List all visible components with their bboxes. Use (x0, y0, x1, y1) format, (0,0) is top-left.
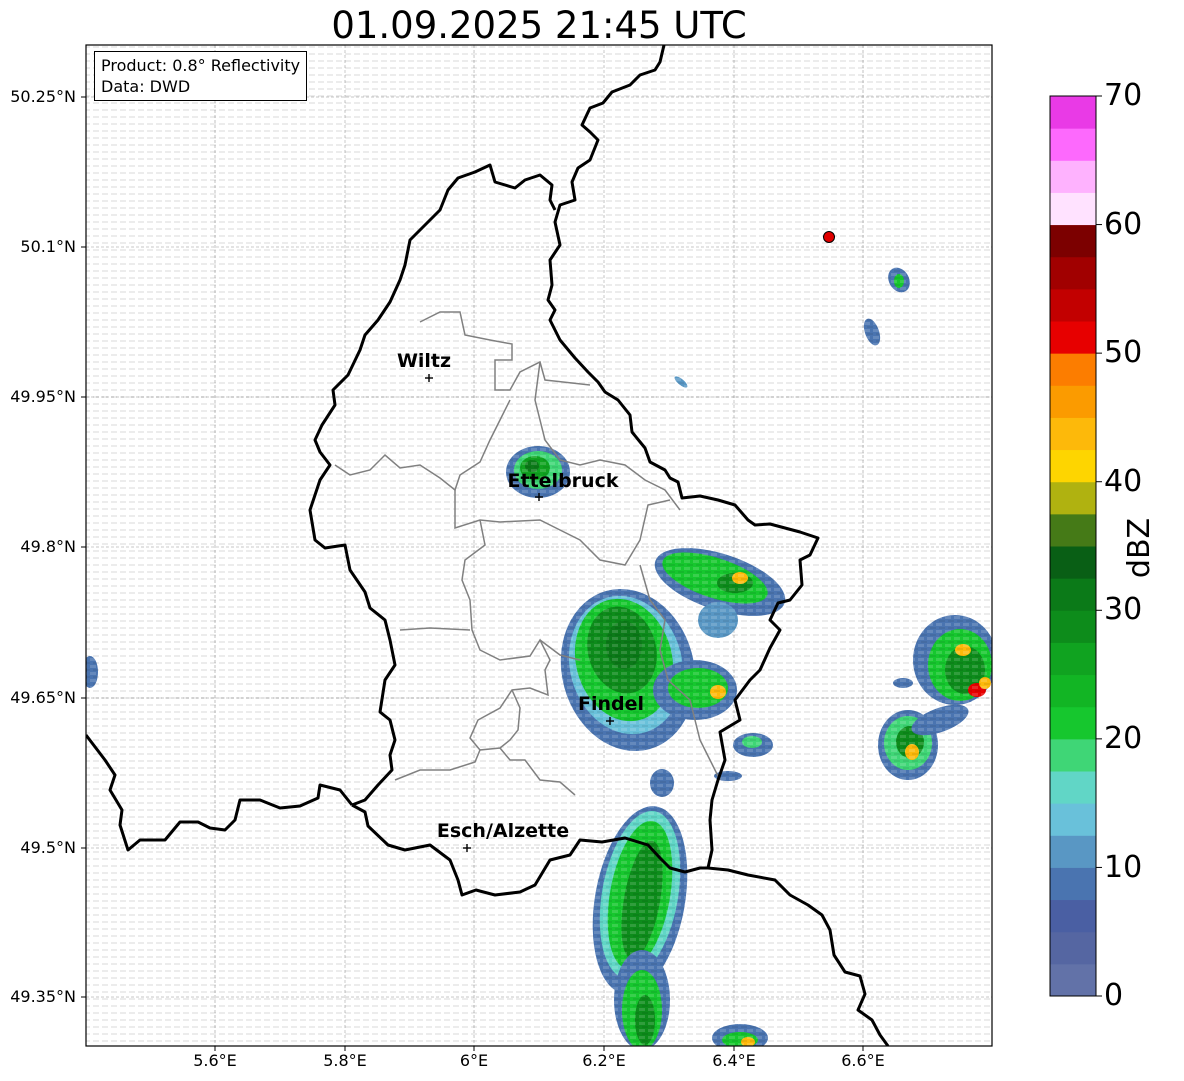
lon-tick-label: 6.2°E (582, 1051, 626, 1070)
radar-echoes (86, 45, 992, 1046)
colorbar-segment (1050, 353, 1096, 386)
city-label-findel: Findel (577, 693, 645, 715)
lon-tick-label: 5.8°E (323, 1051, 367, 1070)
colorbar-segment (1050, 674, 1096, 708)
colorbar-segment (1050, 963, 1096, 997)
colorbar-tick-label: 20 (1104, 721, 1143, 756)
colorbar-segment (1050, 321, 1096, 354)
colorbar-segment (1050, 706, 1096, 740)
colorbar-segment (1050, 513, 1096, 547)
colorbar-segment (1050, 288, 1096, 322)
data-source-label: Data: DWD (101, 77, 191, 96)
lon-tick-label: 6°E (459, 1051, 489, 1070)
colorbar-segment (1050, 192, 1096, 226)
city-label-esch: Esch/Alzette (436, 820, 570, 842)
lat-tick-label: 50.25°N (10, 87, 76, 106)
colorbar-segment (1050, 256, 1096, 290)
colorbar-tick-label: 10 (1104, 850, 1143, 885)
colorbar-segment (1050, 417, 1096, 451)
lat-tick-label: 49.35°N (10, 987, 76, 1006)
colorbar-segment (1050, 771, 1096, 804)
lat-tick-label: 49.5°N (20, 838, 76, 857)
colorbar-segment (1050, 224, 1096, 258)
colorbar-tick-label: 60 (1104, 207, 1143, 242)
colorbar-tick-label: 50 (1104, 335, 1143, 370)
colorbar-segment (1050, 449, 1096, 483)
colorbar-tick-label: 40 (1104, 464, 1143, 499)
colorbar-segment (1050, 610, 1096, 643)
colorbar-segment (1050, 546, 1096, 579)
colorbar-segment (1050, 899, 1096, 933)
colorbar-segment (1050, 160, 1096, 193)
colorbar-tick-label: 30 (1104, 592, 1143, 627)
colorbar-segment (1050, 481, 1096, 515)
colorbar (1049, 95, 1102, 997)
colorbar-segment (1050, 128, 1096, 161)
product-label: Product: 0.8° Reflectivity (101, 56, 301, 75)
info-box: Product: 0.8° Reflectivity Data: DWD (94, 51, 308, 101)
lat-tick-label: 49.8°N (20, 537, 76, 556)
colorbar-tick-label: 0 (1104, 978, 1124, 1013)
colorbar-segment (1050, 642, 1096, 676)
colorbar-segment (1050, 931, 1096, 965)
city-label-wiltz: Wiltz (396, 350, 452, 372)
lon-tick-label: 6.4°E (712, 1051, 756, 1070)
colorbar-segment (1050, 803, 1096, 836)
colorbar-title: dBZ (1122, 517, 1157, 579)
lat-tick-label: 49.95°N (10, 387, 76, 406)
radar-map (81, 44, 1102, 1051)
colorbar-tick-label: 70 (1104, 78, 1143, 113)
lat-tick-label: 50.1°N (20, 237, 76, 256)
lon-tick-label: 6.6°E (841, 1051, 885, 1070)
colorbar-segment (1050, 867, 1096, 901)
colorbar-segment (1050, 385, 1096, 418)
colorbar-segment (1050, 738, 1096, 772)
city-label-ettelbruck: Ettelbruck (507, 470, 619, 492)
lon-tick-label: 5.6°E (193, 1051, 237, 1070)
colorbar-segment (1050, 96, 1096, 129)
lat-tick-label: 49.65°N (10, 688, 76, 707)
colorbar-segment (1050, 835, 1096, 868)
colorbar-segment (1050, 578, 1096, 611)
radar-site-marker (823, 231, 835, 243)
